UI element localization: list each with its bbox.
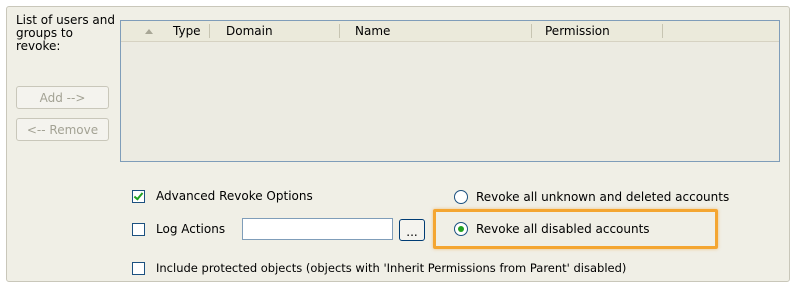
log-actions-label: Log Actions xyxy=(156,222,226,236)
column-name[interactable]: Name xyxy=(355,21,390,41)
advanced-revoke-label: Advanced Revoke Options xyxy=(156,189,313,203)
revoke-unknown-radio[interactable] xyxy=(454,190,468,204)
browse-button[interactable]: ... xyxy=(399,219,425,241)
column-separator[interactable] xyxy=(531,24,532,38)
list-header: Type Domain Name Permission xyxy=(121,21,779,42)
column-separator[interactable] xyxy=(209,24,210,38)
column-separator[interactable] xyxy=(339,24,340,38)
column-domain[interactable]: Domain xyxy=(226,21,273,41)
log-actions-checkbox[interactable] xyxy=(132,223,145,236)
sort-ascending-icon xyxy=(145,29,153,34)
list-label: List of users and groups to revoke: xyxy=(16,13,115,53)
revoke-disabled-label: Revoke all disabled accounts xyxy=(476,222,650,236)
column-type[interactable]: Type xyxy=(173,21,201,41)
add-button[interactable]: Add --> xyxy=(16,86,109,109)
column-permission[interactable]: Permission xyxy=(545,21,610,41)
log-file-input[interactable] xyxy=(242,218,393,240)
advanced-revoke-checkbox[interactable] xyxy=(132,190,145,203)
radio-selected-icon xyxy=(458,226,464,232)
check-mark-icon xyxy=(133,190,144,201)
revoke-disabled-radio[interactable] xyxy=(454,222,468,236)
column-separator[interactable] xyxy=(662,24,663,38)
include-protected-label: Include protected objects (objects with … xyxy=(156,261,627,275)
remove-button[interactable]: <-- Remove xyxy=(16,118,109,141)
include-protected-checkbox[interactable] xyxy=(132,262,145,275)
revoke-list[interactable]: Type Domain Name Permission xyxy=(120,20,780,162)
revoke-unknown-label: Revoke all unknown and deleted accounts xyxy=(476,190,730,204)
